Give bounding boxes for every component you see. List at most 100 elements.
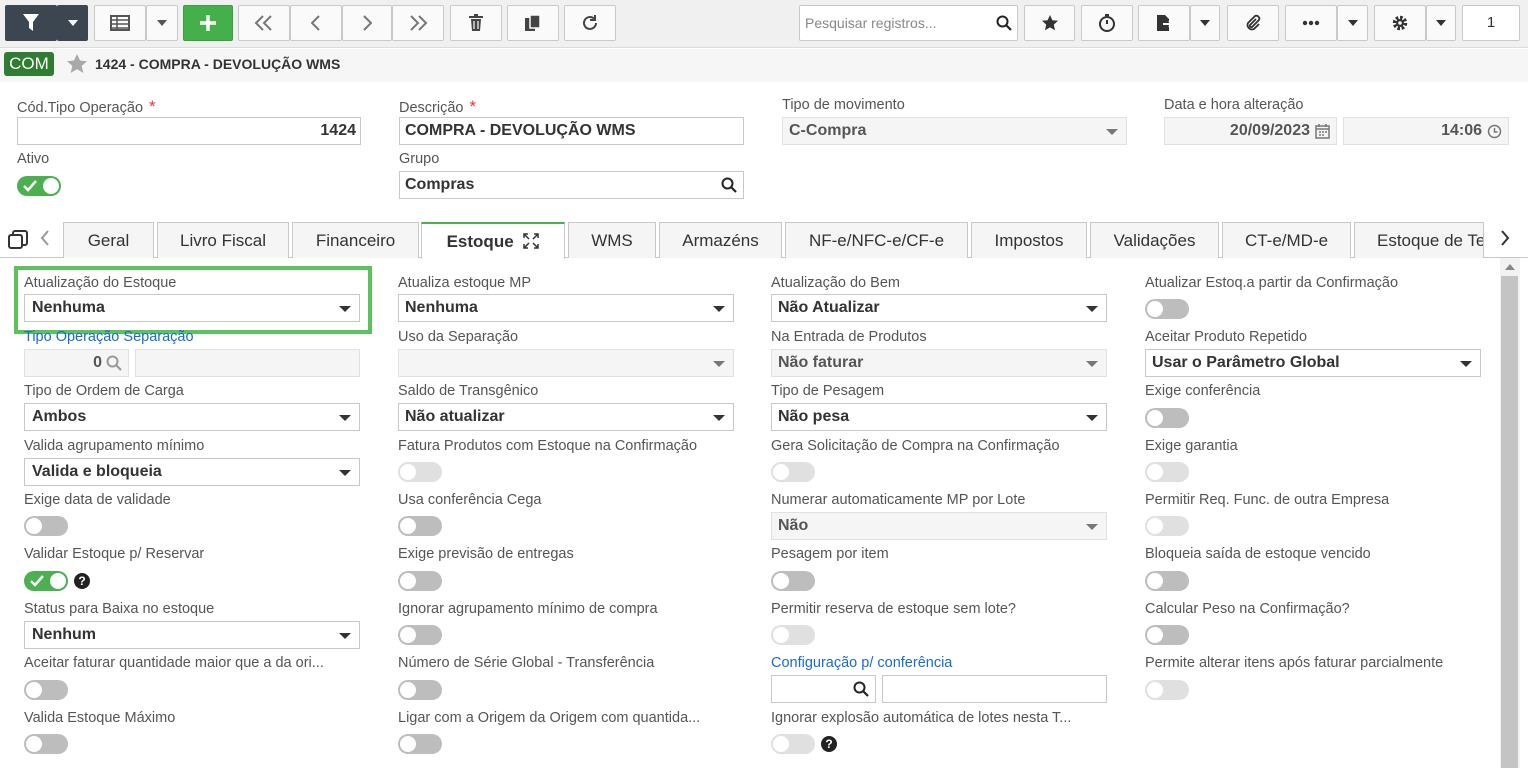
scroll-up-icon[interactable] [1505, 264, 1515, 270]
first-record-button[interactable] [238, 5, 290, 41]
numero-serie-toggle[interactable] [398, 680, 442, 700]
more-button[interactable] [1285, 5, 1337, 41]
scrollbar-thumb[interactable] [1501, 276, 1518, 768]
uso-separacao-select[interactable] [398, 349, 734, 377]
exige-data-validade-toggle[interactable] [24, 516, 68, 536]
aceitar-produto-repetido-select[interactable]: Usar o Parâmetro Global [1145, 349, 1481, 377]
search-icon[interactable] [996, 15, 1012, 31]
tab-armazens[interactable]: Armazéns [659, 222, 782, 258]
copy-icon[interactable] [8, 230, 28, 250]
add-button[interactable] [183, 5, 233, 41]
search-icon[interactable] [721, 177, 737, 193]
settings-button[interactable] [1374, 5, 1426, 41]
atualiza-estoque-mp-select[interactable]: Nenhuma [398, 294, 734, 322]
grid-view-dropdown[interactable] [146, 5, 178, 41]
atualizar-estoq-confirmacao-toggle[interactable] [1145, 299, 1189, 319]
exige-previsao-toggle[interactable] [398, 571, 442, 591]
last-page-icon [410, 15, 428, 31]
last-record-button[interactable] [392, 5, 444, 41]
tab-estoque-de-terceiros[interactable]: Estoque de Te [1354, 222, 1484, 258]
tab-cte-mde[interactable]: CT-e/MD-e [1222, 222, 1351, 258]
search-input[interactable] [800, 6, 990, 40]
ligar-origem-toggle[interactable] [398, 734, 442, 754]
timer-button[interactable] [1081, 5, 1133, 41]
tab-financeiro[interactable]: Financeiro [292, 222, 419, 258]
fatura-produtos-toggle[interactable] [398, 462, 442, 482]
delete-button[interactable] [450, 5, 502, 41]
gera-solicitacao-toggle[interactable] [771, 462, 815, 482]
vertical-scrollbar[interactable] [1500, 258, 1520, 768]
valida-estoque-maximo-toggle[interactable] [24, 734, 68, 754]
valida-agrupamento-select[interactable]: Valida e bloqueia [24, 458, 360, 486]
tipo-operacao-separacao-field[interactable]: 0 [24, 349, 129, 377]
tab-geral[interactable]: Geral [63, 222, 154, 258]
bloqueia-saida-toggle[interactable] [1145, 571, 1189, 591]
aceitar-faturar-toggle[interactable] [24, 680, 68, 700]
filter-button[interactable] [5, 5, 57, 41]
exige-conferencia-toggle[interactable] [1145, 408, 1189, 428]
duplicate-button[interactable] [507, 5, 559, 41]
expand-icon[interactable] [523, 233, 540, 249]
tab-wms[interactable]: WMS [568, 222, 656, 258]
tab-impostos[interactable]: Impostos [971, 222, 1087, 258]
tab-livro-fiscal[interactable]: Livro Fiscal [157, 222, 289, 258]
numerar-mp-lote-select[interactable]: Não [771, 512, 1107, 540]
descricao-field[interactable]: COMPRA - DEVOLUÇÃO WMS [399, 117, 744, 145]
exige-garantia-toggle[interactable] [1145, 462, 1189, 482]
data-field[interactable]: 20/09/2023 [1164, 117, 1337, 145]
settings-dropdown[interactable] [1426, 5, 1456, 41]
clock-icon[interactable] [1487, 124, 1502, 139]
configuracao-conferencia-link[interactable]: Configuração p/ conferência [771, 655, 952, 671]
tab-nfe[interactable]: NF-e/NFC-e/CF-e [785, 222, 968, 258]
permitir-reserva-toggle[interactable] [771, 625, 815, 645]
tipo-operacao-separacao-link[interactable]: Tipo Operação Separação [24, 329, 194, 345]
ativo-toggle[interactable] [17, 176, 61, 196]
export-button[interactable] [1138, 5, 1190, 41]
na-entrada-select[interactable]: Não faturar [771, 349, 1107, 377]
tabs-bar: Geral Livro Fiscal Financeiro Estoque WM… [0, 219, 1528, 259]
grid-view-button[interactable] [94, 5, 146, 41]
chevron-right-icon[interactable] [1500, 230, 1510, 246]
tab-validacoes[interactable]: Validações [1090, 222, 1219, 258]
next-record-button[interactable] [342, 5, 392, 41]
configuracao-conferencia-field[interactable] [771, 675, 876, 703]
favorite-button[interactable] [1024, 5, 1075, 41]
atualizacao-bem-select[interactable]: Não Atualizar [771, 294, 1107, 322]
ignorar-agrupamento-toggle[interactable] [398, 625, 442, 645]
calendar-icon[interactable] [1315, 124, 1330, 139]
status-baixa-select[interactable]: Nenhum [24, 621, 360, 649]
calcular-peso-toggle[interactable] [1145, 625, 1189, 645]
refresh-button[interactable] [564, 5, 616, 41]
search-icon[interactable] [106, 355, 122, 371]
permitir-req-func-toggle[interactable] [1145, 516, 1189, 536]
chevron-down-icon [1200, 20, 1210, 26]
filter-dropdown-button[interactable] [57, 5, 88, 41]
saldo-transgenico-select[interactable]: Não atualizar [398, 403, 734, 431]
tipo-ordem-carga-select[interactable]: Ambos [24, 403, 360, 431]
na-entrada-label: Na Entrada de Produtos [771, 329, 927, 345]
hora-field[interactable]: 14:06 [1343, 117, 1509, 145]
cod-tipo-field[interactable]: 1424 [17, 117, 361, 145]
star-icon[interactable] [66, 53, 88, 74]
search-icon[interactable] [853, 681, 869, 697]
export-dropdown[interactable] [1190, 5, 1220, 41]
grupo-field[interactable]: Compras [399, 171, 744, 199]
help-icon[interactable]: ? [74, 573, 90, 589]
calcular-peso-label: Calcular Peso na Confirmação? [1145, 601, 1350, 617]
pesagem-por-item-toggle[interactable] [771, 571, 815, 591]
tab-estoque[interactable]: Estoque [421, 222, 565, 259]
tipo-pesagem-select[interactable]: Não pesa [771, 403, 1107, 431]
chevron-left-icon[interactable] [40, 230, 50, 246]
attachment-button[interactable] [1227, 5, 1279, 41]
more-dropdown[interactable] [1337, 5, 1368, 41]
page-number[interactable]: 1 [1462, 5, 1520, 41]
ignorar-explosao-toggle[interactable] [771, 734, 815, 754]
prev-record-button[interactable] [290, 5, 342, 41]
atualizar-estoq-confirmacao-label: Atualizar Estoq.a partir da Confirmação [1145, 275, 1399, 291]
permite-alterar-itens-toggle[interactable] [1145, 680, 1189, 700]
usa-conferencia-cega-toggle[interactable] [398, 516, 442, 536]
refresh-icon [583, 15, 597, 30]
validar-estoque-reservar-toggle[interactable] [24, 571, 68, 591]
help-icon[interactable]: ? [821, 736, 837, 752]
tipo-movimento-select[interactable]: C-Compra [782, 117, 1127, 145]
